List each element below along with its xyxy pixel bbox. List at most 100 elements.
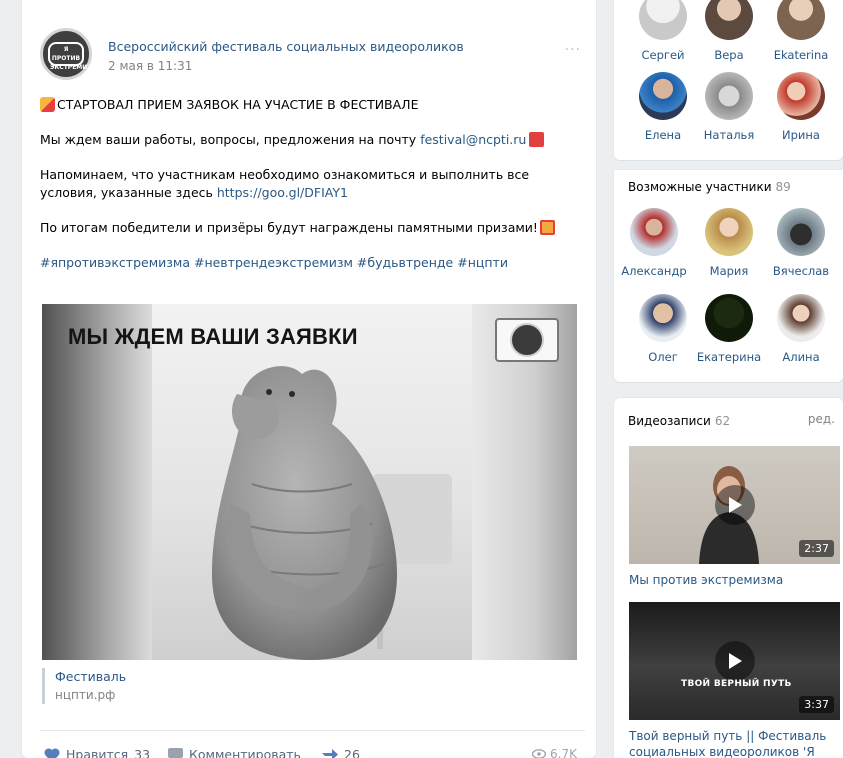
comment-button[interactable]: Комментировать xyxy=(168,747,301,758)
attached-link-host: нцпти.рф xyxy=(55,688,116,702)
member-item[interactable]: Алина xyxy=(766,294,836,364)
member-avatar[interactable] xyxy=(705,208,753,256)
member-avatar[interactable] xyxy=(777,208,825,256)
friends-block: Сергей Вера Ekaterina Елена Наталья Ирин… xyxy=(614,0,843,160)
video-thumbnail[interactable]: ТВОЙ ВЕРНЫЙ ПУТЬ 3:37 xyxy=(629,602,840,720)
post-author-link[interactable]: Всероссийский фестиваль социальных видео… xyxy=(108,39,464,54)
post-date[interactable]: 2 мая в 11:31 xyxy=(108,59,192,73)
friend-name[interactable]: Елена xyxy=(628,128,698,142)
like-count: 33 xyxy=(134,747,151,758)
wall-post: Я ПРОТИВ ЭКСТРЕМИЗМА Всероссийский фести… xyxy=(22,0,596,758)
friend-item[interactable]: Ирина xyxy=(766,72,836,142)
hashtags-link[interactable]: #япротивэкстремизма #невтрендеэкстремизм… xyxy=(40,254,570,272)
heart-icon xyxy=(44,748,60,758)
post-header: Я ПРОТИВ ЭКСТРЕМИЗМА Всероссийский фести… xyxy=(40,28,585,80)
friend-item[interactable]: Елена xyxy=(628,72,698,142)
friend-avatar[interactable] xyxy=(777,0,825,40)
views-counter: 6.7K xyxy=(532,747,577,758)
friend-avatar[interactable] xyxy=(639,72,687,120)
member-name[interactable]: Мария xyxy=(694,264,764,278)
friend-avatar[interactable] xyxy=(705,72,753,120)
member-name[interactable]: Алина xyxy=(766,350,836,364)
video-title[interactable]: Твой верный путь || Фестиваль социальных… xyxy=(629,728,840,758)
post-more-icon[interactable]: ··· xyxy=(565,42,581,58)
video-thumbnail[interactable]: 2:37 xyxy=(629,446,840,564)
videos-title[interactable]: Видеозаписи 62 xyxy=(628,414,730,428)
like-button[interactable]: Нравится 33 xyxy=(44,747,150,758)
post-footer: Нравится 33 Комментировать 26 6.7K xyxy=(40,730,585,758)
possible-members-block: Возможные участники 89 Александр Мария Вя… xyxy=(614,170,843,382)
friend-item[interactable]: Наталья xyxy=(694,72,764,142)
member-item[interactable]: Олег xyxy=(628,294,698,364)
attached-link[interactable]: Фестиваль нцпти.рф xyxy=(42,668,126,704)
video-item[interactable]: 2:37 Мы против экстремизма xyxy=(629,446,840,588)
member-item[interactable]: Вячеслав xyxy=(766,208,836,278)
member-name[interactable]: Олег xyxy=(628,350,698,364)
comment-icon xyxy=(168,748,183,758)
member-item[interactable]: Мария xyxy=(694,208,764,278)
videos-block: Видеозаписи 62 ред. 2:37 Мы против экстре… xyxy=(614,398,843,758)
post-line-prizes: По итогам победители и призёры будут наг… xyxy=(40,219,570,237)
post-line-announcement: СТАРТОВАЛ ПРИЕМ ЗАЯВОК НА УЧАСТИЕ В ФЕСТ… xyxy=(40,96,570,114)
eye-icon xyxy=(532,749,547,758)
friend-name[interactable]: Вера xyxy=(694,48,764,62)
member-item[interactable]: Александр xyxy=(614,208,696,278)
member-avatar[interactable] xyxy=(777,294,825,342)
group-avatar[interactable]: Я ПРОТИВ ЭКСТРЕМИЗМА xyxy=(40,28,102,80)
like-label: Нравится xyxy=(66,747,129,758)
views-count: 6.7K xyxy=(550,747,577,758)
friend-item[interactable]: Ekaterina xyxy=(766,0,836,62)
friend-name[interactable]: Ирина xyxy=(766,128,836,142)
videos-label: Видеозаписи xyxy=(628,414,711,428)
attached-link-title[interactable]: Фестиваль xyxy=(55,668,126,686)
gift-emoji-icon xyxy=(539,220,555,235)
creature-illustration xyxy=(212,366,452,660)
share-button[interactable]: 26 xyxy=(322,747,360,758)
video-title[interactable]: Мы против экстремизма xyxy=(629,572,840,588)
comment-label: Комментировать xyxy=(189,747,301,758)
friend-avatar[interactable] xyxy=(705,0,753,40)
member-avatar[interactable] xyxy=(630,208,678,256)
prizes-text: По итогам победители и призёры будут наг… xyxy=(40,220,538,235)
member-name[interactable]: Екатерина xyxy=(694,350,764,364)
friend-name[interactable]: Наталья xyxy=(694,128,764,142)
friend-avatar[interactable] xyxy=(639,0,687,40)
friend-avatar[interactable] xyxy=(777,72,825,120)
play-icon[interactable] xyxy=(714,641,755,681)
share-count: 26 xyxy=(344,747,360,758)
member-item[interactable]: Екатерина xyxy=(694,294,764,364)
post-text: СТАРТОВАЛ ПРИЕМ ЗАЯВОК НА УЧАСТИЕ В ФЕСТ… xyxy=(40,96,570,289)
image-left-panel xyxy=(42,304,152,660)
video-duration: 3:37 xyxy=(799,696,834,713)
avatar-logo-text: Я ПРОТИВ ЭКСТРЕМИЗМА xyxy=(48,42,102,71)
possible-members-count: 89 xyxy=(775,180,791,194)
party-emoji-icon xyxy=(40,97,55,112)
videos-count: 62 xyxy=(714,414,731,428)
video-duration: 2:37 xyxy=(799,540,834,557)
play-icon[interactable] xyxy=(714,485,755,525)
email-prefix-text: Мы ждем ваши работы, вопросы, предложени… xyxy=(40,132,421,147)
announcement-text: СТАРТОВАЛ ПРИЕМ ЗАЯВОК НА УЧАСТИЕ В ФЕСТ… xyxy=(57,97,419,112)
friend-name[interactable]: Ekaterina xyxy=(766,48,836,62)
email-link[interactable]: festival@ncpti.ru xyxy=(420,132,526,147)
member-name[interactable]: Вячеслав xyxy=(766,264,836,278)
video-item[interactable]: ТВОЙ ВЕРНЫЙ ПУТЬ 3:37 Твой верный путь |… xyxy=(629,602,840,758)
image-title: МЫ ЖДЕМ ВАШИ ЗАЯВКИ xyxy=(68,324,358,349)
friend-item[interactable]: Сергей xyxy=(628,0,698,62)
friend-name[interactable]: Сергей xyxy=(628,48,698,62)
videos-edit-link[interactable]: ред. xyxy=(808,412,835,426)
friend-item[interactable]: Вера xyxy=(694,0,764,62)
image-logo-icon xyxy=(495,318,559,362)
member-avatar[interactable] xyxy=(705,294,753,342)
conditions-url-link[interactable]: https://goo.gl/DFIAY1 xyxy=(217,185,348,200)
possible-members-title[interactable]: Возможные участники 89 xyxy=(628,180,791,194)
member-name[interactable]: Александр xyxy=(614,264,696,278)
member-avatar[interactable] xyxy=(639,294,687,342)
share-icon xyxy=(322,749,338,758)
post-line-conditions: Напоминаем, что участникам необходимо оз… xyxy=(40,166,570,202)
post-line-email: Мы ждем ваши работы, вопросы, предложени… xyxy=(40,131,570,149)
mailbox-emoji-icon xyxy=(529,132,545,147)
image-logo-circle xyxy=(510,323,544,357)
possible-members-label: Возможные участники xyxy=(628,180,772,194)
post-image[interactable]: МЫ ЖДЕМ ВАШИ ЗАЯВКИ xyxy=(42,304,577,660)
